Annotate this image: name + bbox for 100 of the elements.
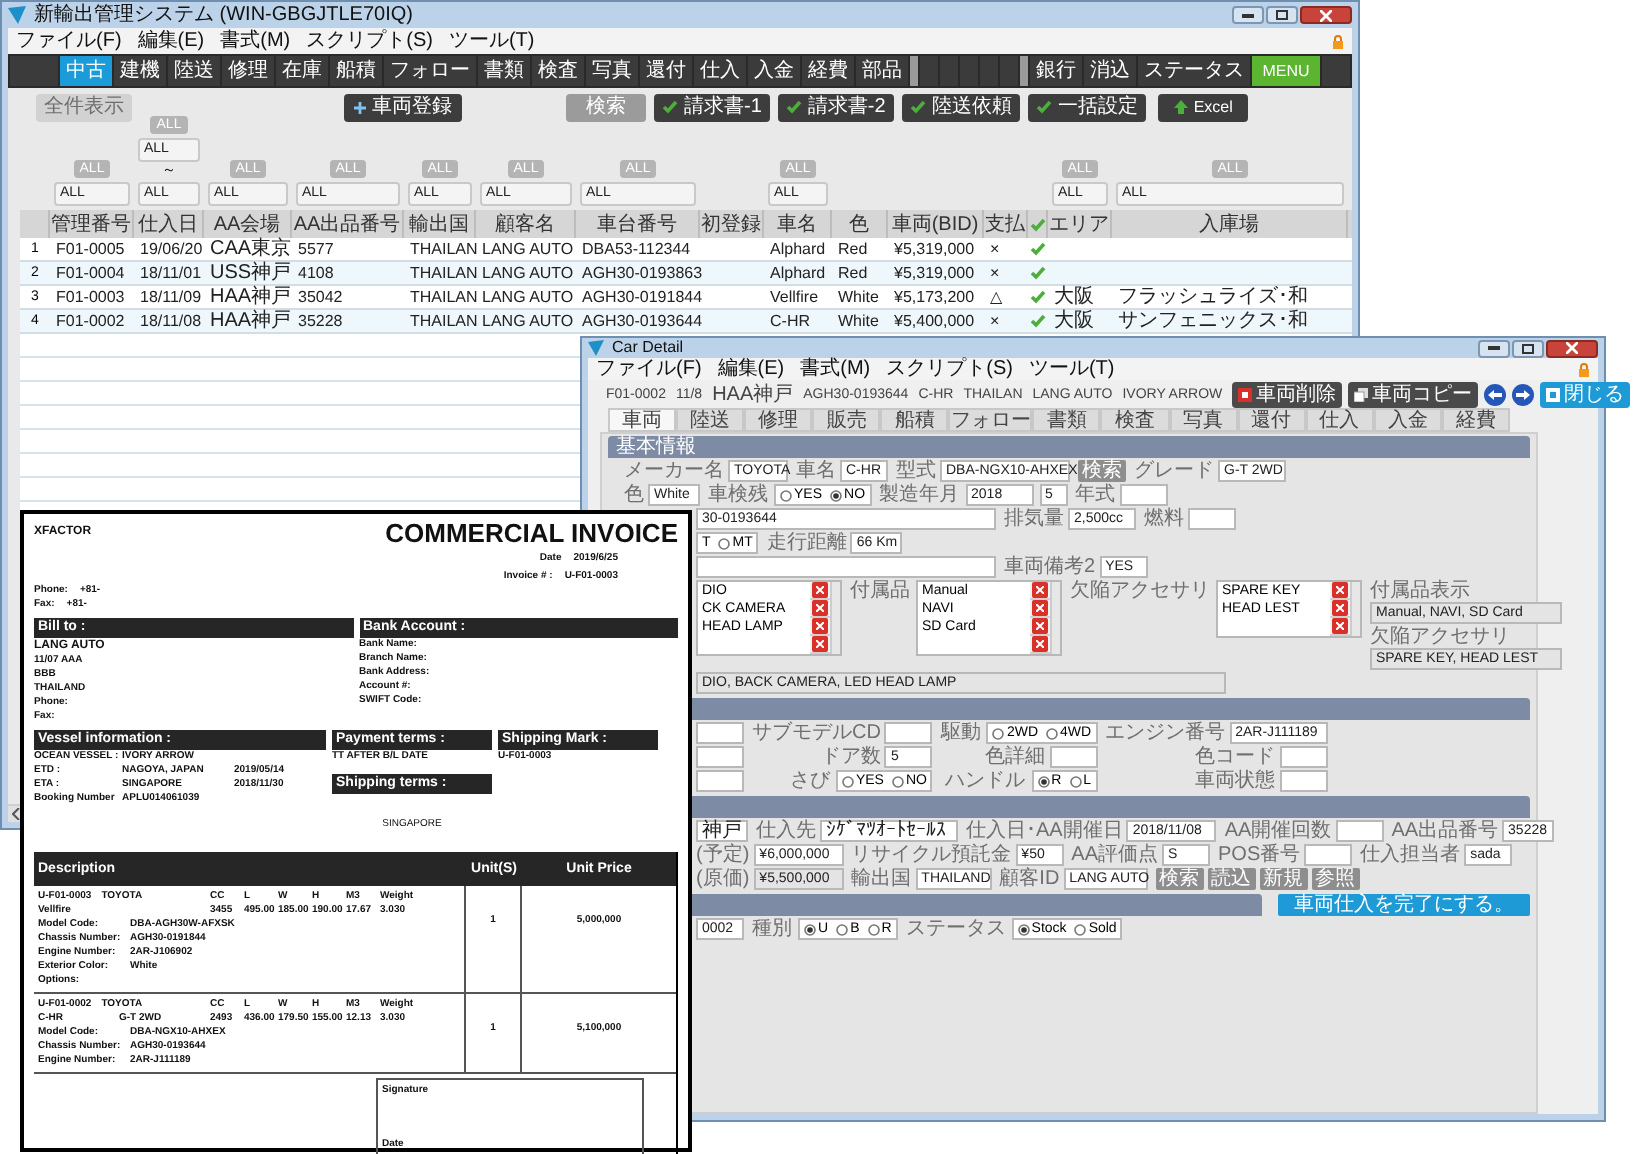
nav-tab[interactable]: 陸送 [168, 56, 220, 86]
minimize-icon [1488, 346, 1500, 350]
nav-tab[interactable]: 書類 [478, 56, 530, 86]
field-label: (原価) [696, 868, 750, 890]
nav-tab[interactable]: 建機 [114, 56, 166, 86]
copy-button[interactable]: 車両コピー [1348, 381, 1479, 407]
nav-tab[interactable]: フォロー [384, 56, 476, 86]
input-field[interactable] [1279, 746, 1328, 768]
menubar-entry[interactable]: 編集(E) [137, 30, 205, 52]
previous-button[interactable] [1484, 383, 1507, 405]
minimize-button[interactable] [1478, 339, 1510, 357]
remove-button[interactable] [1032, 636, 1048, 652]
scrollbar[interactable] [830, 582, 840, 654]
tab[interactable]: 写真 [1169, 408, 1238, 432]
nav-tab[interactable]: 部品 [856, 56, 908, 86]
input-field[interactable] [696, 770, 744, 792]
input-field[interactable] [696, 746, 744, 768]
nav-tab[interactable]: 銀行 [1030, 56, 1082, 86]
menubar-entry[interactable]: ファイル(F) [16, 30, 122, 52]
remove-button[interactable] [812, 636, 828, 652]
table-cell: × [990, 262, 1000, 284]
input-field[interactable]: 神戸 [696, 820, 748, 842]
nav-tab[interactable]: 在庫 [276, 56, 328, 86]
tab[interactable]: 車両 [608, 408, 677, 432]
input-field[interactable] [696, 556, 996, 578]
toolbar-button[interactable]: 一括設定 [1027, 93, 1146, 121]
input-field[interactable] [1049, 746, 1098, 768]
remove-button[interactable] [1032, 582, 1048, 598]
field-label: 顧客ID [999, 868, 1060, 890]
table-cell: Alphard [770, 262, 826, 284]
menubar-entry[interactable]: 編集(E) [717, 358, 785, 380]
tab[interactable]: 仕入 [1305, 408, 1374, 432]
input-field[interactable] [1188, 508, 1236, 530]
nav-tab[interactable]: 入金 [748, 56, 800, 86]
nav-tab[interactable]: 船積 [330, 56, 382, 86]
nav-tab[interactable]: ステータス [1138, 56, 1250, 86]
remove-button[interactable] [812, 600, 828, 616]
table-cell: C-HR [770, 310, 810, 332]
nav-tab[interactable]: 修理 [222, 56, 274, 86]
menubar-entry[interactable]: ファイル(F) [596, 358, 702, 380]
input-field[interactable] [1119, 484, 1168, 506]
input-field[interactable] [884, 722, 933, 744]
menubar-entry[interactable]: 書式(M) [800, 358, 871, 380]
next-button[interactable] [1512, 383, 1535, 405]
remove-button[interactable] [812, 618, 828, 634]
tab[interactable]: 船積 [880, 408, 949, 432]
field-label: 色 [624, 484, 644, 506]
tab[interactable]: フォロー [948, 408, 1033, 432]
scrollbar[interactable] [1050, 582, 1060, 654]
toolbar-button[interactable]: 陸送依頼 [901, 93, 1020, 121]
input-field[interactable] [1279, 770, 1328, 792]
delete-button[interactable]: 車両削除 [1232, 381, 1343, 407]
field-label: ハンドル [945, 770, 1026, 792]
tab[interactable]: 還付 [1237, 408, 1306, 432]
scrollbar[interactable] [1350, 582, 1360, 636]
check-icon [662, 100, 678, 114]
input-field[interactable] [1335, 820, 1384, 842]
remove-button[interactable] [1332, 618, 1348, 634]
maximize-button[interactable] [1512, 339, 1544, 357]
nav-tab[interactable]: 還付 [640, 56, 692, 86]
remove-button[interactable] [1332, 600, 1348, 616]
close-button[interactable] [1546, 339, 1598, 357]
toolbar-button[interactable]: 車両登録 [344, 93, 462, 121]
remove-button[interactable] [1032, 618, 1048, 634]
maximize-icon [1276, 10, 1288, 20]
minimize-button[interactable] [1232, 6, 1264, 24]
maximize-button[interactable] [1266, 6, 1298, 24]
tab[interactable]: 検査 [1100, 408, 1170, 432]
toolbar-button[interactable]: 請求書-2 [777, 93, 894, 121]
menubar-entry[interactable]: ツール(T) [448, 30, 535, 52]
input-field[interactable] [696, 722, 744, 744]
field-label: グレード [1134, 460, 1214, 482]
remove-button[interactable] [812, 582, 828, 598]
toolbar-button[interactable]: Excel [1157, 93, 1249, 121]
nav-tab[interactable]: 写真 [586, 56, 638, 86]
menubar-entry[interactable]: スクリプト(S) [306, 30, 433, 52]
menubar-entry[interactable]: ツール(T) [1028, 358, 1115, 380]
tab[interactable]: 陸送 [676, 408, 745, 432]
nav-tab[interactable]: 経費 [802, 56, 854, 86]
tab[interactable]: 経費 [1441, 408, 1510, 432]
toolbar-slot [940, 56, 958, 86]
close-button[interactable] [1300, 6, 1352, 24]
table-cell: × [990, 238, 1000, 260]
toolbar-button[interactable]: 請求書-1 [654, 93, 770, 121]
nav-tab[interactable]: 仕入 [694, 56, 746, 86]
remove-button[interactable] [1332, 582, 1348, 598]
tab[interactable]: 修理 [744, 408, 813, 432]
nav-tab[interactable]: 消込 [1084, 56, 1136, 86]
table-cell: Alphard [770, 238, 826, 260]
input-field[interactable] [1304, 844, 1353, 866]
input-field[interactable]: ｼｹﾞﾏﾂｵｰﾄｾｰﾙｽ [820, 820, 958, 842]
tab[interactable]: 入金 [1373, 408, 1442, 432]
remove-button[interactable] [1032, 600, 1048, 616]
field-label: 駆動 [940, 722, 981, 744]
menubar-entry[interactable]: スクリプト(S) [886, 358, 1013, 380]
tab[interactable]: 販売 [812, 408, 881, 432]
nav-tab[interactable]: 検査 [532, 56, 584, 86]
table-cell: ¥5,319,000 [894, 262, 975, 284]
menubar-entry[interactable]: 書式(M) [220, 30, 291, 52]
tab[interactable]: 書類 [1032, 408, 1101, 432]
